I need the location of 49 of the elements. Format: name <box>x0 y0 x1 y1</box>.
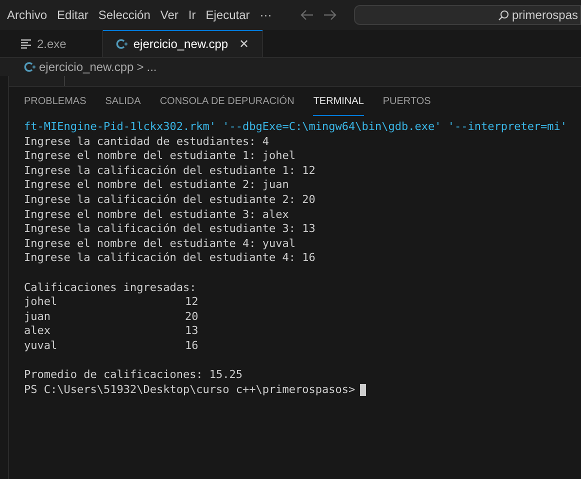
panel-tab[interactable]: PUERTOS <box>382 88 431 116</box>
breadcrumb-file[interactable]: ejercicio_new.cpp <box>39 58 134 76</box>
tab-label: 2.exe <box>37 36 66 52</box>
menu-item[interactable]: Ver <box>156 6 182 24</box>
terminal-line: Ingrese la calificación del estudiante 1: 12 <box>24 164 316 178</box>
student-grade: 13 <box>185 324 198 339</box>
terminal-line: Ingrese el nombre del estudiante 4: yuval <box>24 236 296 252</box>
panel-tab[interactable]: SALIDA <box>105 88 141 116</box>
terminal-line: Ingrese la calificación del estudiante 3: 13 <box>24 222 316 237</box>
menu-item[interactable]: Archivo <box>3 6 52 24</box>
menu-item[interactable]: Ir <box>184 6 200 24</box>
terminal-line: Calificaciones ingresadas: <box>24 280 196 296</box>
close-button[interactable]: ✕ <box>239 35 250 53</box>
menu-item[interactable]: Editar <box>53 6 92 24</box>
terminal-line: Promedio de calificaciones: 15.25 <box>24 368 243 383</box>
terminal-line: Ingrese el nombre del estudiante 2: juan <box>24 178 289 193</box>
terminal-line: Ingrese el nombre del estudiante 3: alex <box>24 208 289 222</box>
terminal-line: Ingrese el nombre del estudiante 1: johel <box>24 149 296 164</box>
lines-icon <box>20 38 32 48</box>
search-field[interactable]: primerospas <box>354 5 581 25</box>
terminal-line: Ingrese la calificación del estudiante 4: 16 <box>24 251 316 266</box>
student-name: alex <box>24 324 52 339</box>
menu-item[interactable]: ··· <box>256 6 276 24</box>
breadcrumb-separator: > <box>136 59 144 76</box>
tab-label: ejercicio_new.cpp <box>133 36 228 53</box>
panel-tab[interactable]: TERMINAL <box>313 88 364 116</box>
menu-item[interactable]: Selección <box>94 6 154 24</box>
search-icon <box>498 10 509 20</box>
menu-item[interactable]: Ejecutar <box>202 6 254 24</box>
student-name: johel <box>24 295 58 310</box>
student-grade: 12 <box>185 295 198 310</box>
cpp-file-icon <box>116 38 128 50</box>
student-grade: 16 <box>185 338 198 354</box>
panel-tab[interactable]: PROBLEMAS <box>24 88 86 116</box>
student-name: yuval <box>24 338 58 354</box>
terminal-command: ft-MIEngine-Pid-1lckx302.rkm' '--dbgExe=C:\mingw64\bin\gdb.exe' '--interpreter=mi' <box>24 120 568 135</box>
text-cursor <box>360 384 366 396</box>
student-name: juan <box>24 310 52 324</box>
terminal-prompt: PS C:\Users\51932\Desktop\curso c++\primerospasos> <box>24 382 356 398</box>
student-grade: 20 <box>185 310 198 324</box>
terminal-line: Ingrese la cantidad de estudiantes: 4 <box>24 134 270 150</box>
search-value: primerospas <box>512 7 578 24</box>
panel-tab[interactable]: CONSOLA DE DEPURACIÓN <box>160 88 294 116</box>
back-arrow-icon[interactable] <box>300 9 314 21</box>
forward-arrow-icon[interactable] <box>322 9 337 21</box>
editor-tab[interactable]: ejercicio_new.cpp ✕ <box>103 30 264 57</box>
terminal-line: Ingrese la calificación del estudiante 2: 20 <box>24 192 316 208</box>
cpp-file-icon <box>24 61 36 73</box>
breadcrumb-more[interactable]: ... <box>146 58 157 76</box>
